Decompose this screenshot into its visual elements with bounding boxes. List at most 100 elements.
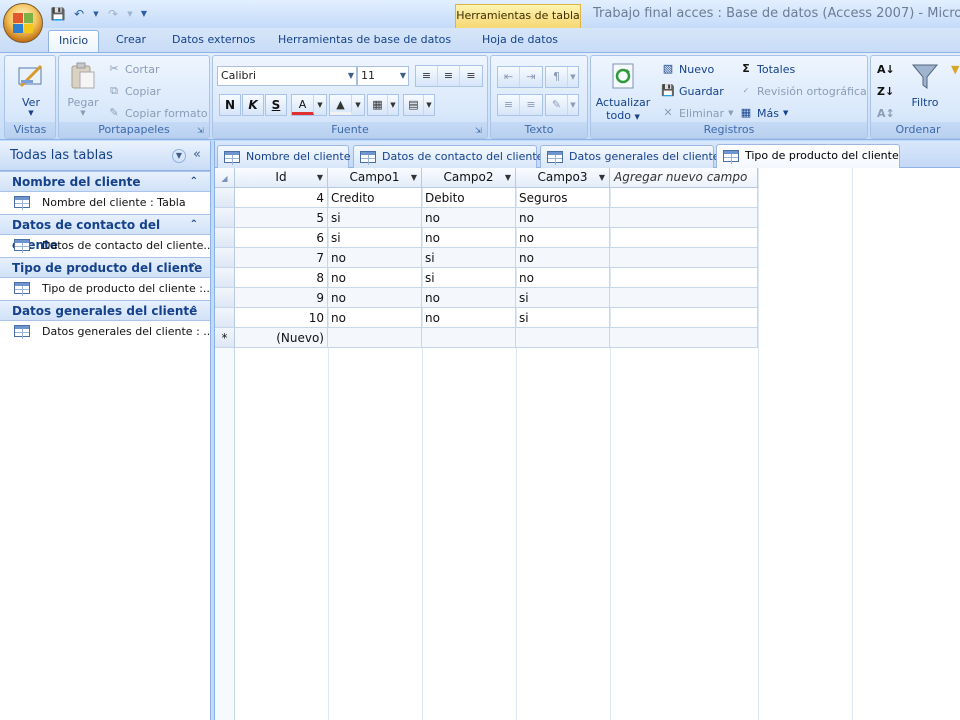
undo-icon[interactable]: ↶ [71, 6, 87, 22]
underline-button[interactable]: S [265, 94, 287, 116]
actualizar-todo-button[interactable]: Actualizar todo ▼ [595, 60, 651, 122]
new-record-cell[interactable] [516, 328, 610, 348]
fuente-launcher-icon[interactable]: ⇲ [475, 126, 485, 136]
table-cell[interactable]: Debito [422, 188, 516, 208]
new-record-cell[interactable] [610, 328, 758, 348]
record-selector[interactable] [215, 228, 235, 248]
doc-tab-tipo-producto[interactable]: Tipo de producto del cliente [716, 144, 900, 169]
table-cell[interactable] [610, 188, 758, 208]
table-cell[interactable]: si [328, 228, 422, 248]
table-cell[interactable] [610, 228, 758, 248]
table-cell[interactable] [610, 248, 758, 268]
italic-button[interactable]: K [242, 94, 264, 116]
table-cell[interactable]: no [516, 228, 610, 248]
table-cell[interactable]: no [422, 228, 516, 248]
table-cell[interactable]: no [516, 268, 610, 288]
undo-dropdown-icon[interactable]: ▼ [92, 6, 100, 22]
chevron-down-icon[interactable]: ▼ [317, 168, 323, 187]
tab-inicio[interactable]: Inicio [48, 30, 100, 52]
table-cell[interactable]: 10 [235, 308, 328, 328]
table-cell[interactable]: no [422, 308, 516, 328]
table-cell[interactable]: si [422, 248, 516, 268]
save-icon[interactable]: 💾 [50, 6, 66, 22]
office-button[interactable] [3, 3, 43, 43]
record-selector[interactable] [215, 288, 235, 308]
new-record-cell[interactable] [422, 328, 516, 348]
nav-item-table[interactable]: Datos generales del cliente : ... [0, 321, 210, 343]
customize-toolbar-icon[interactable]: ▼ [139, 6, 149, 22]
table-cell[interactable]: no [422, 208, 516, 228]
record-selector[interactable] [215, 308, 235, 328]
nav-item-table[interactable]: Tipo de producto del cliente :... [0, 278, 210, 300]
new-record-selector[interactable]: * [215, 328, 235, 348]
selection-filter-icon[interactable]: ▼ [951, 59, 959, 79]
table-cell[interactable]: no [328, 248, 422, 268]
font-name-select[interactable]: Calibri ▼ [217, 66, 357, 86]
mas-button[interactable]: ▦ Más ▼ [739, 103, 789, 123]
align-left-icon[interactable]: ≡ [416, 66, 438, 86]
table-cell[interactable]: Credito [328, 188, 422, 208]
table-cell[interactable]: no [516, 208, 610, 228]
table-cell[interactable] [610, 288, 758, 308]
nuevo-button[interactable]: ▧ Nuevo [661, 59, 714, 79]
tab-hoja-de-datos[interactable]: Hoja de datos [472, 30, 568, 52]
fill-color-button[interactable]: ▲ ▼ [329, 94, 365, 116]
column-header-campo2[interactable]: Campo2 ▼ [422, 168, 516, 188]
record-selector[interactable] [215, 248, 235, 268]
new-record-cell[interactable]: (Nuevo) [235, 328, 328, 348]
gridlines-button[interactable]: ▦ ▼ [367, 94, 399, 116]
collapse-pane-icon[interactable]: « [193, 147, 201, 162]
table-cell[interactable]: si [516, 288, 610, 308]
column-header-id[interactable]: Id ▼ [235, 168, 328, 188]
tab-herramientas-bd[interactable]: Herramientas de base de datos [268, 30, 461, 52]
new-record-cell[interactable] [328, 328, 422, 348]
ver-button[interactable]: Ver ▼ [11, 60, 51, 117]
table-cell[interactable] [610, 208, 758, 228]
table-cell[interactable]: no [422, 288, 516, 308]
nav-group-header[interactable]: Tipo de producto del cliente ⌃ [0, 257, 210, 278]
font-color-button[interactable]: A ▼ [291, 94, 327, 116]
record-selector[interactable] [215, 268, 235, 288]
doc-tab-datos-generales[interactable]: Datos generales del cliente [540, 145, 720, 168]
align-center-icon[interactable]: ≡ [438, 66, 460, 86]
record-selector[interactable] [215, 188, 235, 208]
table-cell[interactable]: si [422, 268, 516, 288]
tab-crear[interactable]: Crear [106, 30, 156, 52]
table-cell[interactable]: Seguros [516, 188, 610, 208]
nav-group-header[interactable]: Datos generales del cliente ⌃ [0, 300, 210, 321]
table-cell[interactable]: 6 [235, 228, 328, 248]
table-cell[interactable]: 9 [235, 288, 328, 308]
nav-group-header[interactable]: Nombre del cliente ⌃ [0, 171, 210, 192]
chevron-down-icon[interactable]: ▼ [505, 168, 511, 187]
table-cell[interactable]: 7 [235, 248, 328, 268]
chevron-down-icon[interactable]: ▼ [411, 168, 417, 187]
font-size-select[interactable]: 11 ▼ [357, 66, 409, 86]
filtro-button[interactable]: Filtro [905, 60, 945, 109]
sort-descending-icon[interactable]: Z↓ [877, 81, 894, 101]
chevron-down-icon[interactable]: ▼ [172, 149, 186, 163]
alternate-fill-button[interactable]: ▤ ▼ [403, 94, 435, 116]
column-header-campo3[interactable]: Campo3 ▼ [516, 168, 610, 188]
nav-group-header[interactable]: Datos de contacto del cliente ⌃ [0, 214, 210, 252]
align-right-icon[interactable]: ≡ [460, 66, 482, 86]
sort-ascending-icon[interactable]: A↓ [877, 59, 895, 79]
nav-item-table[interactable]: Nombre del cliente : Tabla [0, 192, 210, 214]
doc-tab-datos-contacto[interactable]: Datos de contacto del cliente [353, 145, 543, 168]
chevron-down-icon[interactable]: ▼ [599, 168, 605, 187]
table-cell[interactable]: si [516, 308, 610, 328]
portapapeles-launcher-icon[interactable]: ⇲ [197, 126, 207, 136]
table-cell[interactable]: si [328, 208, 422, 228]
navigation-header[interactable]: Todas las tablas ▼ « [0, 141, 210, 171]
column-header-add-field[interactable]: Agregar nuevo campo [610, 168, 758, 188]
doc-tab-nombre-cliente[interactable]: Nombre del cliente [217, 145, 350, 168]
table-cell[interactable]: no [328, 288, 422, 308]
table-cell[interactable] [610, 268, 758, 288]
table-cell[interactable]: 5 [235, 208, 328, 228]
tab-datos-externos[interactable]: Datos externos [162, 30, 265, 52]
table-cell[interactable] [610, 308, 758, 328]
guardar-button[interactable]: 💾 Guardar [661, 81, 724, 101]
table-cell[interactable]: 4 [235, 188, 328, 208]
totales-button[interactable]: Σ Totales [739, 59, 795, 79]
table-cell[interactable]: no [328, 308, 422, 328]
table-cell[interactable]: 8 [235, 268, 328, 288]
